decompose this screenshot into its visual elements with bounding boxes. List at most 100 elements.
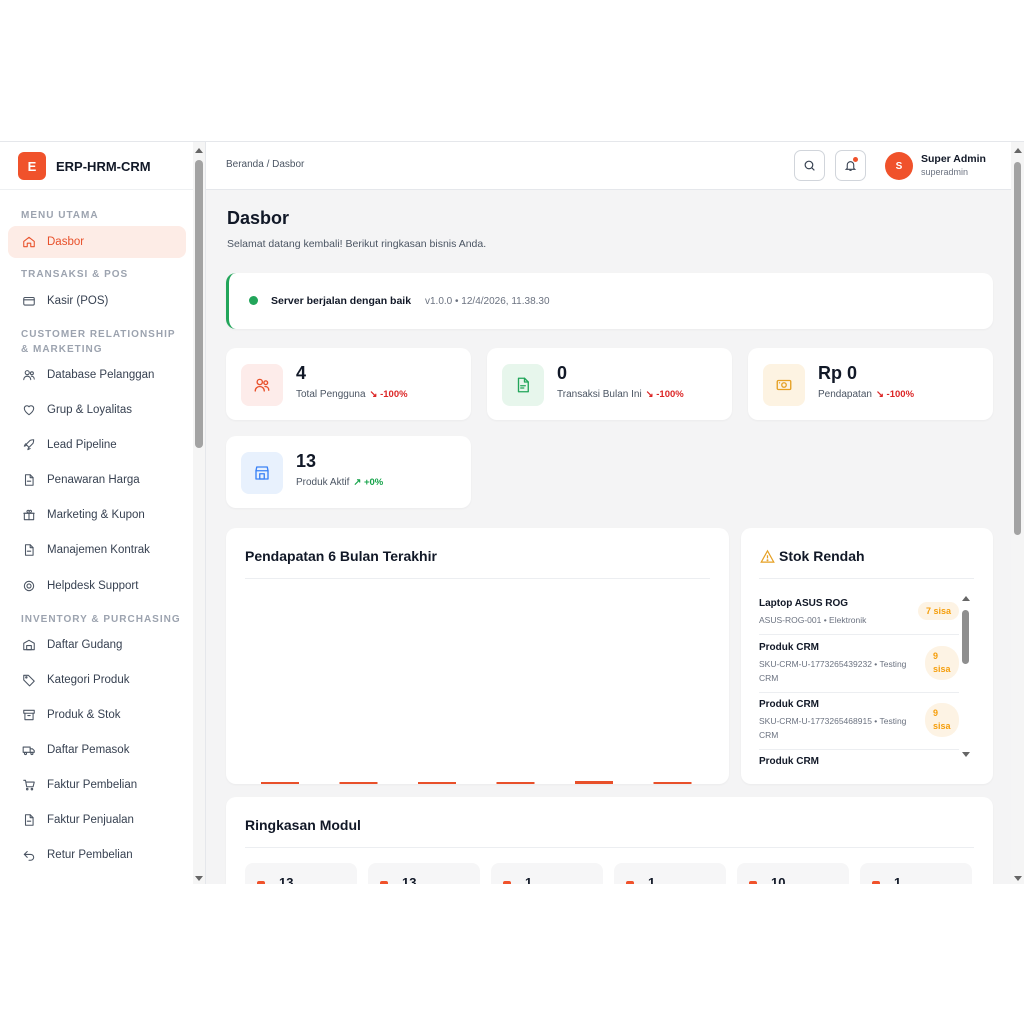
credit-card-icon: [23, 296, 35, 306]
document-icon: [24, 544, 34, 556]
divider: [759, 749, 959, 750]
module-summary-tile[interactable]: 13: [245, 863, 357, 884]
breadcrumb[interactable]: Beranda / Dasbor: [226, 159, 304, 170]
stat-trend: ↘ -100%: [875, 389, 915, 400]
module-count: 10: [771, 875, 786, 884]
low-stock-card: Stok Rendah Laptop ASUS ROG ASUS-ROG-001 …: [741, 528, 993, 784]
module-summary-tile[interactable]: 1: [491, 863, 603, 884]
store-icon: [255, 466, 269, 480]
avatar[interactable]: S: [885, 152, 913, 180]
sidebar-item-produk-stok[interactable]: Produk & Stok: [8, 699, 186, 731]
stat-label-row: Pendapatan ↘ -100%: [818, 389, 914, 400]
warehouse-icon: [23, 639, 35, 651]
module-count: 1: [648, 875, 656, 884]
low-stock-scrollbar[interactable]: [961, 594, 970, 759]
scroll-up-arrow[interactable]: [1014, 148, 1022, 153]
users-icon: [22, 368, 36, 382]
module-summary-tile[interactable]: 1: [614, 863, 726, 884]
tag-icon: [23, 674, 35, 687]
product-name: Produk CRM: [759, 756, 819, 767]
chart-bar[interactable]: [653, 782, 692, 784]
top-header: Beranda / Dasbor S Super Admin superadmi…: [206, 142, 1024, 190]
scroll-up-arrow[interactable]: [962, 596, 970, 601]
sidebar-item-grup-loyalitas[interactable]: Grup & Loyalitas: [8, 394, 186, 426]
lifebuoy-icon: [22, 579, 36, 593]
sidebar-item-dasbor[interactable]: Dasbor: [8, 226, 186, 258]
archive-icon: [22, 708, 36, 722]
warning-icon: [760, 549, 775, 563]
sidebar-item-kasir-pos[interactable]: Kasir (POS): [8, 285, 186, 317]
sidebar-item-faktur-pembelian[interactable]: Faktur Pembelian: [8, 769, 186, 801]
stat-card: 0 Transaksi Bulan Ini ↘ -100%: [487, 348, 732, 420]
main-scrollbar[interactable]: [1011, 142, 1024, 884]
scrollbar-thumb[interactable]: [195, 160, 203, 448]
sidebar-item-retur-pembelian[interactable]: Retur Pembelian: [8, 839, 186, 871]
sidebar-item-manajemen-kontrak[interactable]: Manajemen Kontrak: [8, 534, 186, 566]
stat-label-row: Produk Aktif ↗ +0%: [296, 477, 383, 488]
low-stock-title: Stok Rendah: [779, 548, 865, 564]
scroll-down-arrow[interactable]: [1014, 876, 1022, 881]
sidebar-item-label: Daftar Gudang: [47, 639, 123, 651]
server-status-card: Server berjalan dengan baik v1.0.0 • 12/…: [226, 273, 993, 329]
sidebar-item-label: Faktur Pembelian: [47, 779, 138, 791]
module-summary-tile[interactable]: 1: [860, 863, 972, 884]
module-summary-tile[interactable]: 13: [368, 863, 480, 884]
low-stock-item[interactable]: Produk CRM: [759, 756, 959, 771]
product-sku: SKU-CRM-U-1773265468915 • Testing CRM: [759, 716, 907, 740]
lifebuoy-icon: [23, 580, 35, 592]
brand[interactable]: E ERP-HRM-CRM: [18, 151, 151, 181]
sidebar-item-database-pelanggan[interactable]: Database Pelanggan: [8, 359, 186, 391]
module-icon: [626, 881, 634, 884]
module-icon: [872, 881, 880, 884]
module-icon: [503, 881, 511, 884]
scroll-down-arrow[interactable]: [195, 876, 203, 881]
module-count: 1: [525, 875, 533, 884]
return-icon: [23, 850, 35, 861]
scroll-up-arrow[interactable]: [195, 148, 203, 153]
divider: [759, 692, 959, 693]
chart-bar[interactable]: [575, 781, 613, 784]
chart-bar[interactable]: [339, 782, 378, 784]
module-summary-tile[interactable]: 10: [737, 863, 849, 884]
sidebar-item-label: Produk & Stok: [47, 709, 121, 721]
status-meta: v1.0.0 • 12/4/2026, 11.38.30: [425, 296, 550, 307]
brand-name: ERP-HRM-CRM: [56, 158, 151, 174]
stat-label: Pendapatan: [818, 389, 872, 400]
store-icon: [241, 452, 283, 494]
sidebar-item-helpdesk-support[interactable]: Helpdesk Support: [8, 570, 186, 602]
sidebar-item-label: Daftar Pemasok: [47, 744, 130, 756]
sidebar-item-lead-pipeline[interactable]: Lead Pipeline: [8, 429, 186, 461]
sidebar-item-faktur-penjualan[interactable]: Faktur Penjualan: [8, 804, 186, 836]
section-inventory: INVENTORY & PURCHASING: [21, 614, 181, 625]
sidebar-item-daftar-pemasok[interactable]: Daftar Pemasok: [8, 734, 186, 766]
sidebar-item-label: Retur Pembelian: [47, 849, 133, 861]
sidebar-item-penawaran-harga[interactable]: Penawaran Harga: [8, 464, 186, 496]
chart-bar[interactable]: [261, 782, 299, 784]
divider: [759, 634, 959, 635]
revenue-bar-chart: 0Nov 20250Des 20250Jan 20260Feb 2026217.…: [261, 781, 692, 784]
user-name[interactable]: Super Admin: [921, 153, 986, 165]
scrollbar-thumb[interactable]: [962, 610, 969, 664]
chart-bar[interactable]: [496, 782, 535, 784]
sidebar-item-label: Helpdesk Support: [47, 580, 139, 592]
stat-label-row: Transaksi Bulan Ini ↘ -100%: [557, 389, 684, 400]
notifications-button[interactable]: [835, 150, 866, 181]
stat-value: 0: [557, 363, 568, 383]
sidebar-item-label: Grup & Loyalitas: [47, 404, 133, 416]
return-icon: [22, 848, 36, 862]
divider: [759, 578, 974, 579]
scrollbar-thumb[interactable]: [1014, 162, 1021, 535]
rocket-icon: [22, 438, 36, 452]
cart-icon: [22, 778, 36, 792]
sidebar-scrollbar[interactable]: [193, 142, 205, 884]
chart-bar[interactable]: [418, 782, 456, 784]
search-button[interactable]: [794, 150, 825, 181]
stat-value: 4: [296, 363, 307, 383]
page-title: Dasbor: [227, 208, 290, 228]
sidebar-item-label: Marketing & Kupon: [47, 509, 145, 521]
sidebar-item-daftar-gudang[interactable]: Daftar Gudang: [8, 629, 186, 661]
stat-label-row: Total Pengguna ↘ -100%: [296, 389, 408, 400]
sidebar-item-kategori-produk[interactable]: Kategori Produk: [8, 664, 186, 696]
scroll-down-arrow[interactable]: [962, 752, 970, 757]
sidebar-item-marketing-kupon[interactable]: Marketing & Kupon: [8, 499, 186, 531]
